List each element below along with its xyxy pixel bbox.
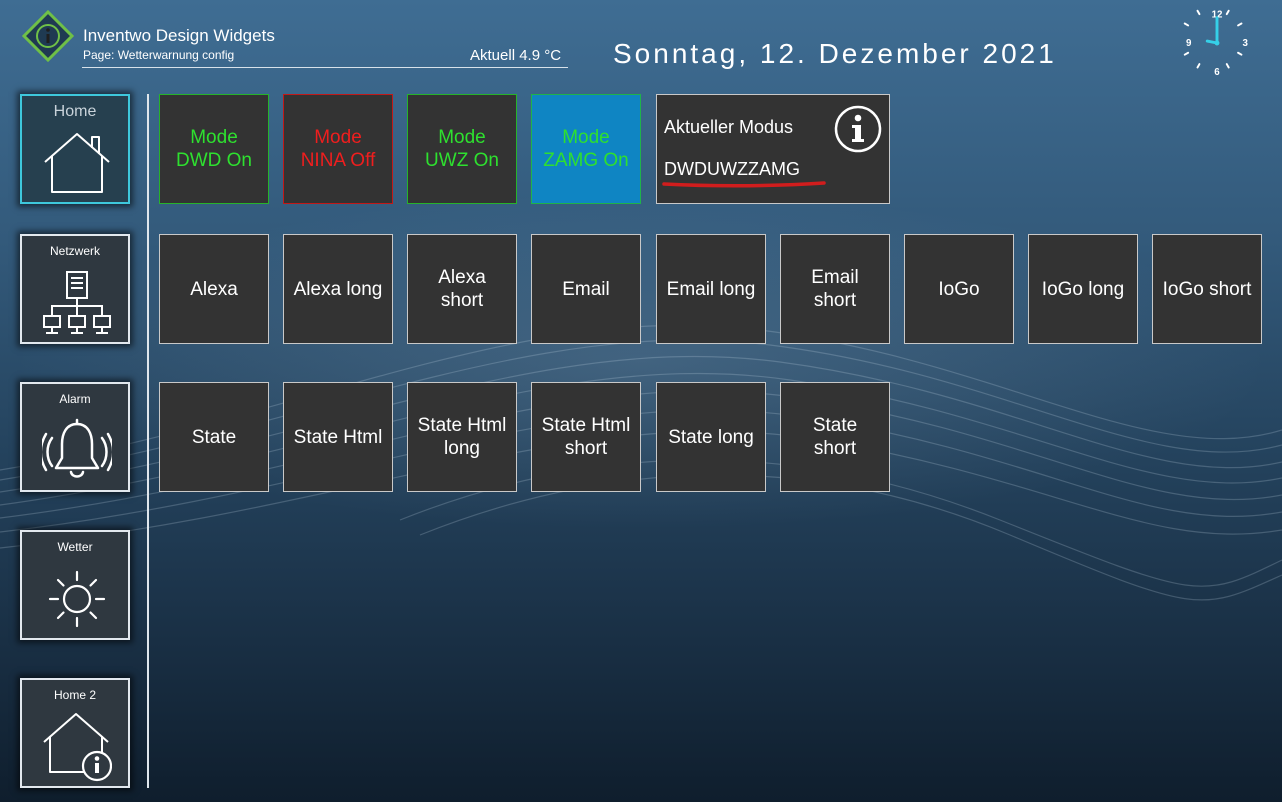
mode-dwd-button[interactable]: Mode DWD On [159,94,269,204]
house-icon [44,133,110,193]
mode-zamg-button[interactable]: Mode ZAMG On [531,94,641,204]
mode-uwz-button[interactable]: Mode UWZ On [407,94,517,204]
button-line-1: State [812,415,858,436]
clock-number-6: 6 [1214,67,1220,78]
button-line-1: Email [811,267,859,288]
email-short-button[interactable]: Email short [780,234,890,344]
button-line-1: Email [562,278,610,300]
button-line-1: IoGo long [1041,278,1125,300]
nav-item-home-2[interactable]: Home 2 [20,678,130,788]
house-info-icon [43,713,112,782]
state-html-short-button[interactable]: State Html short [531,382,641,492]
mode-label: Mode [190,127,238,148]
current-mode-title: Aktueller Modus [664,117,794,137]
logo-icon [22,10,74,62]
button-line-1: IoGo short [1162,278,1252,300]
mode-label: Mode [438,127,486,148]
alexa-long-button[interactable]: Alexa long [283,234,393,344]
app-title: Inventwo Design Widgets [83,26,275,45]
mode-label: Mode [314,127,362,148]
button-line-1: Alexa [438,267,486,288]
button-line-1: IoGo [938,278,980,300]
state-html-long-button[interactable]: State Html long [407,382,517,492]
temperature-readout: Aktuell 4.9 °C [470,47,562,64]
nav-item-alarm[interactable]: Alarm [20,382,130,492]
button-line-1: State Html [541,415,631,436]
button-line-1: Alexa [190,278,238,300]
nav-item-netzwerk[interactable]: Netzwerk [20,234,130,344]
button-line-2: long [444,438,480,459]
email-long-button[interactable]: Email long [656,234,766,344]
button-line-2: short [813,290,857,311]
clock-number-9: 9 [1186,38,1192,49]
button-line-1: Email long [666,278,756,300]
nav-item-label: Wetter [57,540,93,554]
header-divider [82,67,568,68]
nav-item-label: Home [53,103,97,120]
nav-item-label: Home 2 [53,688,97,702]
button-line-1: Alexa long [293,278,383,300]
sidebar-divider [147,94,149,788]
clock-number-3: 3 [1243,38,1249,49]
state-html-button[interactable]: State Html [283,382,393,492]
mode-state-label: ZAMG On [543,150,629,171]
nav-item-wetter[interactable]: Wetter [20,530,130,640]
current-mode-underline [662,181,826,188]
analog-clock: 12 3 6 9 [1183,10,1249,78]
state-long-button[interactable]: State long [656,382,766,492]
state-short-button[interactable]: State short [780,382,890,492]
info-icon[interactable] [833,104,883,154]
email-button[interactable]: Email [531,234,641,344]
iogo-button[interactable]: IoGo [904,234,1014,344]
button-line-1: State Html [417,415,507,436]
button-line-1: State [191,426,237,448]
iogo-long-button[interactable]: IoGo long [1028,234,1138,344]
button-line-2: short [564,438,608,459]
button-line-2: short [440,290,484,311]
nav-item-home[interactable]: Home [20,94,130,204]
nav-item-label: Netzwerk [49,244,100,258]
network-icon [43,271,111,334]
page-label: Page: Wetterwarnung config [83,48,235,62]
mode-label: Mode [562,127,610,148]
button-line-1: State long [668,426,754,448]
alexa-button[interactable]: Alexa [159,234,269,344]
date-display: Sonntag, 12. Dezember 2021 [613,38,1057,69]
mode-state-label: UWZ On [425,150,499,171]
state-button[interactable]: State [159,382,269,492]
button-line-1: State Html [293,426,383,448]
bell-icon [42,418,112,478]
nav-item-label: Alarm [59,392,91,406]
iogo-short-button[interactable]: IoGo short [1152,234,1262,344]
button-line-2: short [813,438,857,459]
mode-state-label: NINA Off [300,150,376,171]
alexa-short-button[interactable]: Alexa short [407,234,517,344]
mode-nina-button[interactable]: Mode NINA Off [283,94,393,204]
mode-state-label: DWD On [176,150,252,171]
current-mode-panel: Aktueller Modus DWDUWZZAMG [656,94,890,204]
sun-icon [48,570,106,628]
